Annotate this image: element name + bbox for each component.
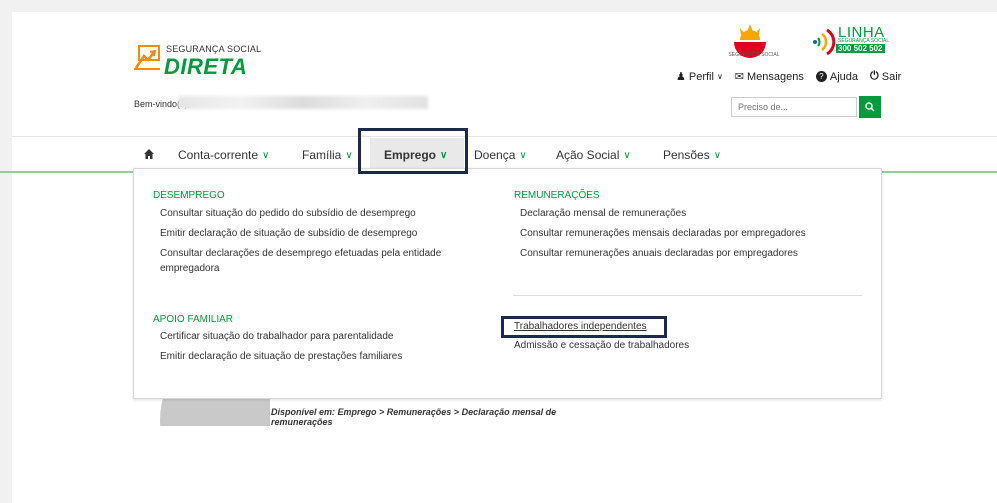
nav-conta-corrente[interactable]: Conta-corrente ∨ <box>178 148 269 162</box>
chevron-down-icon: ∨ <box>623 149 631 161</box>
mensagens-label: Mensagens <box>747 70 804 83</box>
nav-familia[interactable]: Família ∨ <box>302 148 353 162</box>
top-links: ♟ Perfil ∨ ✉ Mensagens ? Ajuda ⏻ Sair <box>676 70 901 83</box>
sair-link[interactable]: ⏻ Sair <box>870 70 901 83</box>
nav-label: Pensões <box>663 148 710 162</box>
emprego-highlight-box <box>358 128 468 174</box>
nav-label: Doença <box>474 148 516 162</box>
background-decoration <box>160 398 270 426</box>
window-frame-left <box>0 0 12 503</box>
menu-link[interactable]: Consultar remunerações anuais declaradas… <box>520 247 798 261</box>
menu-link-continued[interactable]: empregadora <box>160 262 219 276</box>
help-icon: ? <box>815 71 827 82</box>
menu-link[interactable]: Certificar situação do trabalhador para … <box>160 330 393 344</box>
trabalhadores-highlight-box <box>501 316 667 338</box>
chevron-down-icon: ∨ <box>345 149 353 161</box>
search-icon <box>865 102 875 112</box>
redacted-username <box>178 96 428 109</box>
menu-link[interactable]: Emitir declaração de situação de prestaç… <box>160 350 402 364</box>
menu-link[interactable]: Consultar situação do pedido do subsídio… <box>160 207 416 221</box>
chevron-down-icon: ∨ <box>716 72 723 81</box>
menu-link[interactable]: Consultar declarações de desemprego efet… <box>160 247 441 261</box>
menu-link[interactable]: Declaração mensal de remunerações <box>520 207 686 221</box>
logo-subtitle: SEGURANÇA SOCIAL <box>166 44 262 54</box>
power-icon: ⏻ <box>870 70 879 82</box>
mensagens-link[interactable]: ✉ Mensagens <box>734 70 804 84</box>
emprego-dropdown-menu <box>133 168 882 399</box>
breadcrumb-line-1: Disponível em: Emprego > Remunerações > … <box>271 407 557 417</box>
menu-divider <box>513 295 862 296</box>
window-frame-top <box>0 0 997 12</box>
perfil-menu[interactable]: ♟ Perfil ∨ <box>676 70 723 84</box>
ajuda-label: Ajuda <box>829 70 859 83</box>
nav-label: Família <box>302 148 342 162</box>
menu-link[interactable]: Consultar remunerações mensais declarada… <box>520 227 806 241</box>
user-icon: ♟ <box>676 71 686 83</box>
breadcrumb: Disponível em: Emprego > Remunerações > … <box>271 407 631 427</box>
nav-label: Ação Social <box>556 148 620 162</box>
search-button[interactable] <box>859 96 881 118</box>
chevron-down-icon: ∨ <box>262 149 270 161</box>
chevron-down-icon: ∨ <box>519 149 527 161</box>
seg-social-direta-logo[interactable]: SEGURANÇA SOCIAL DIRETA <box>134 42 284 79</box>
header-divider <box>12 136 997 137</box>
section-title-apoio-familiar: APOIO FAMILIAR <box>153 314 234 325</box>
perfil-label: Perfil <box>688 70 714 83</box>
menu-link[interactable]: Admissão e cessação de trabalhadores <box>514 339 689 353</box>
section-title-desemprego: DESEMPREGO <box>153 190 225 201</box>
ajuda-link[interactable]: ? Ajuda <box>815 70 859 83</box>
nav-acao-social[interactable]: Ação Social ∨ <box>556 148 631 162</box>
envelope-icon: ✉ <box>734 71 745 83</box>
logo-title: DIRETA <box>164 54 248 79</box>
search-input[interactable] <box>731 97 857 117</box>
menu-link[interactable]: Emitir declaração de situação de subsídi… <box>160 227 417 241</box>
section-title-remuneracoes: REMUNERAÇÕES <box>514 190 600 201</box>
chevron-down-icon: ∨ <box>713 149 722 161</box>
logo-mark-icon <box>134 45 160 70</box>
breadcrumb-line-2: remunerações <box>271 417 333 427</box>
nav-doenca[interactable]: Doença ∨ <box>474 148 527 162</box>
ss-logo-caption: SEGURANÇA SOCIAL <box>728 52 780 58</box>
nav-pensoes[interactable]: Pensões ∨ <box>663 148 721 162</box>
sair-label: Sair <box>881 70 902 83</box>
nav-label: Conta-corrente <box>178 148 259 162</box>
linha-phone-number: 300 502 502 <box>836 44 885 53</box>
home-icon[interactable] <box>143 148 155 160</box>
